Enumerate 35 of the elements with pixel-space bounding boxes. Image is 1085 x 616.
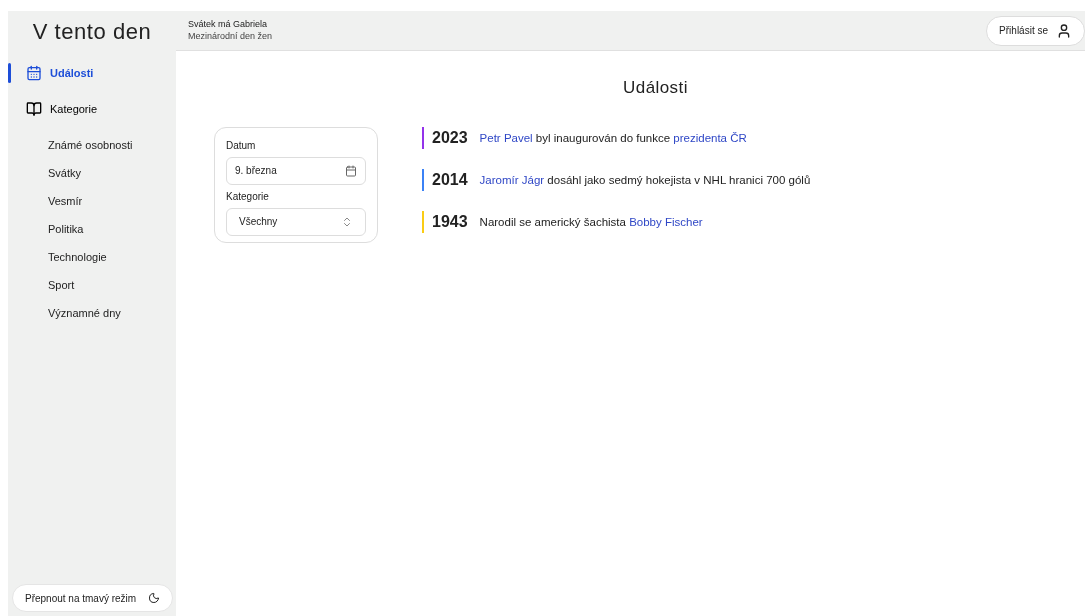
holiday: Mezinárodní den žen [188,30,273,42]
category-item[interactable]: Politika [8,215,176,243]
event-link[interactable]: Petr Pavel [479,131,533,144]
app-title: V tento den [31,17,153,46]
moon-icon [148,592,161,604]
calendar-icon [345,164,357,177]
category-item[interactable]: Svátky [8,159,176,187]
date-field[interactable]: 9. března [226,156,366,185]
nav-item[interactable]: Kategorie [8,91,176,127]
category-item[interactable]: Sport [8,271,176,299]
nav-item[interactable]: Události [8,55,176,91]
theme-toggle-button[interactable]: Přepnout na tmavý režim [12,584,174,612]
updown-icon [341,215,353,228]
login-button[interactable]: Přihlásit se [986,15,1085,46]
event-text: Jaromír Jágr dosáhl jako sedmý hokejista v NHL hranici 700 gólů [479,172,812,188]
event-link[interactable]: prezidenta ČR [673,131,747,144]
event-link[interactable]: Jaromír Jágr [479,173,545,186]
category-select[interactable]: Všechny [226,207,366,236]
calendar-icon [26,65,42,81]
event-text: Petr Pavel byl inaugurován do funkce prezidenta ČR [479,130,748,146]
event-year: 2014 [432,169,468,190]
category-item[interactable]: Známé osobnosti [8,131,176,159]
event-year: 1943 [432,211,468,232]
book-icon [26,101,42,117]
event-year: 2023 [432,127,468,148]
name-day: Svátek má Gabriela [188,19,273,31]
category-item[interactable]: Významné dny [8,299,176,327]
user-icon [1056,22,1072,39]
event-link[interactable]: Bobby Fischer [629,215,703,228]
category-item[interactable]: Vesmír [8,187,176,215]
date-label: Datum [226,138,257,153]
category-label: Kategorie [226,189,270,204]
event-text: Narodil se americký šachista Bobby Fischer [479,214,704,230]
category-item[interactable]: Technologie [8,243,176,271]
page-title: Události [622,77,689,99]
